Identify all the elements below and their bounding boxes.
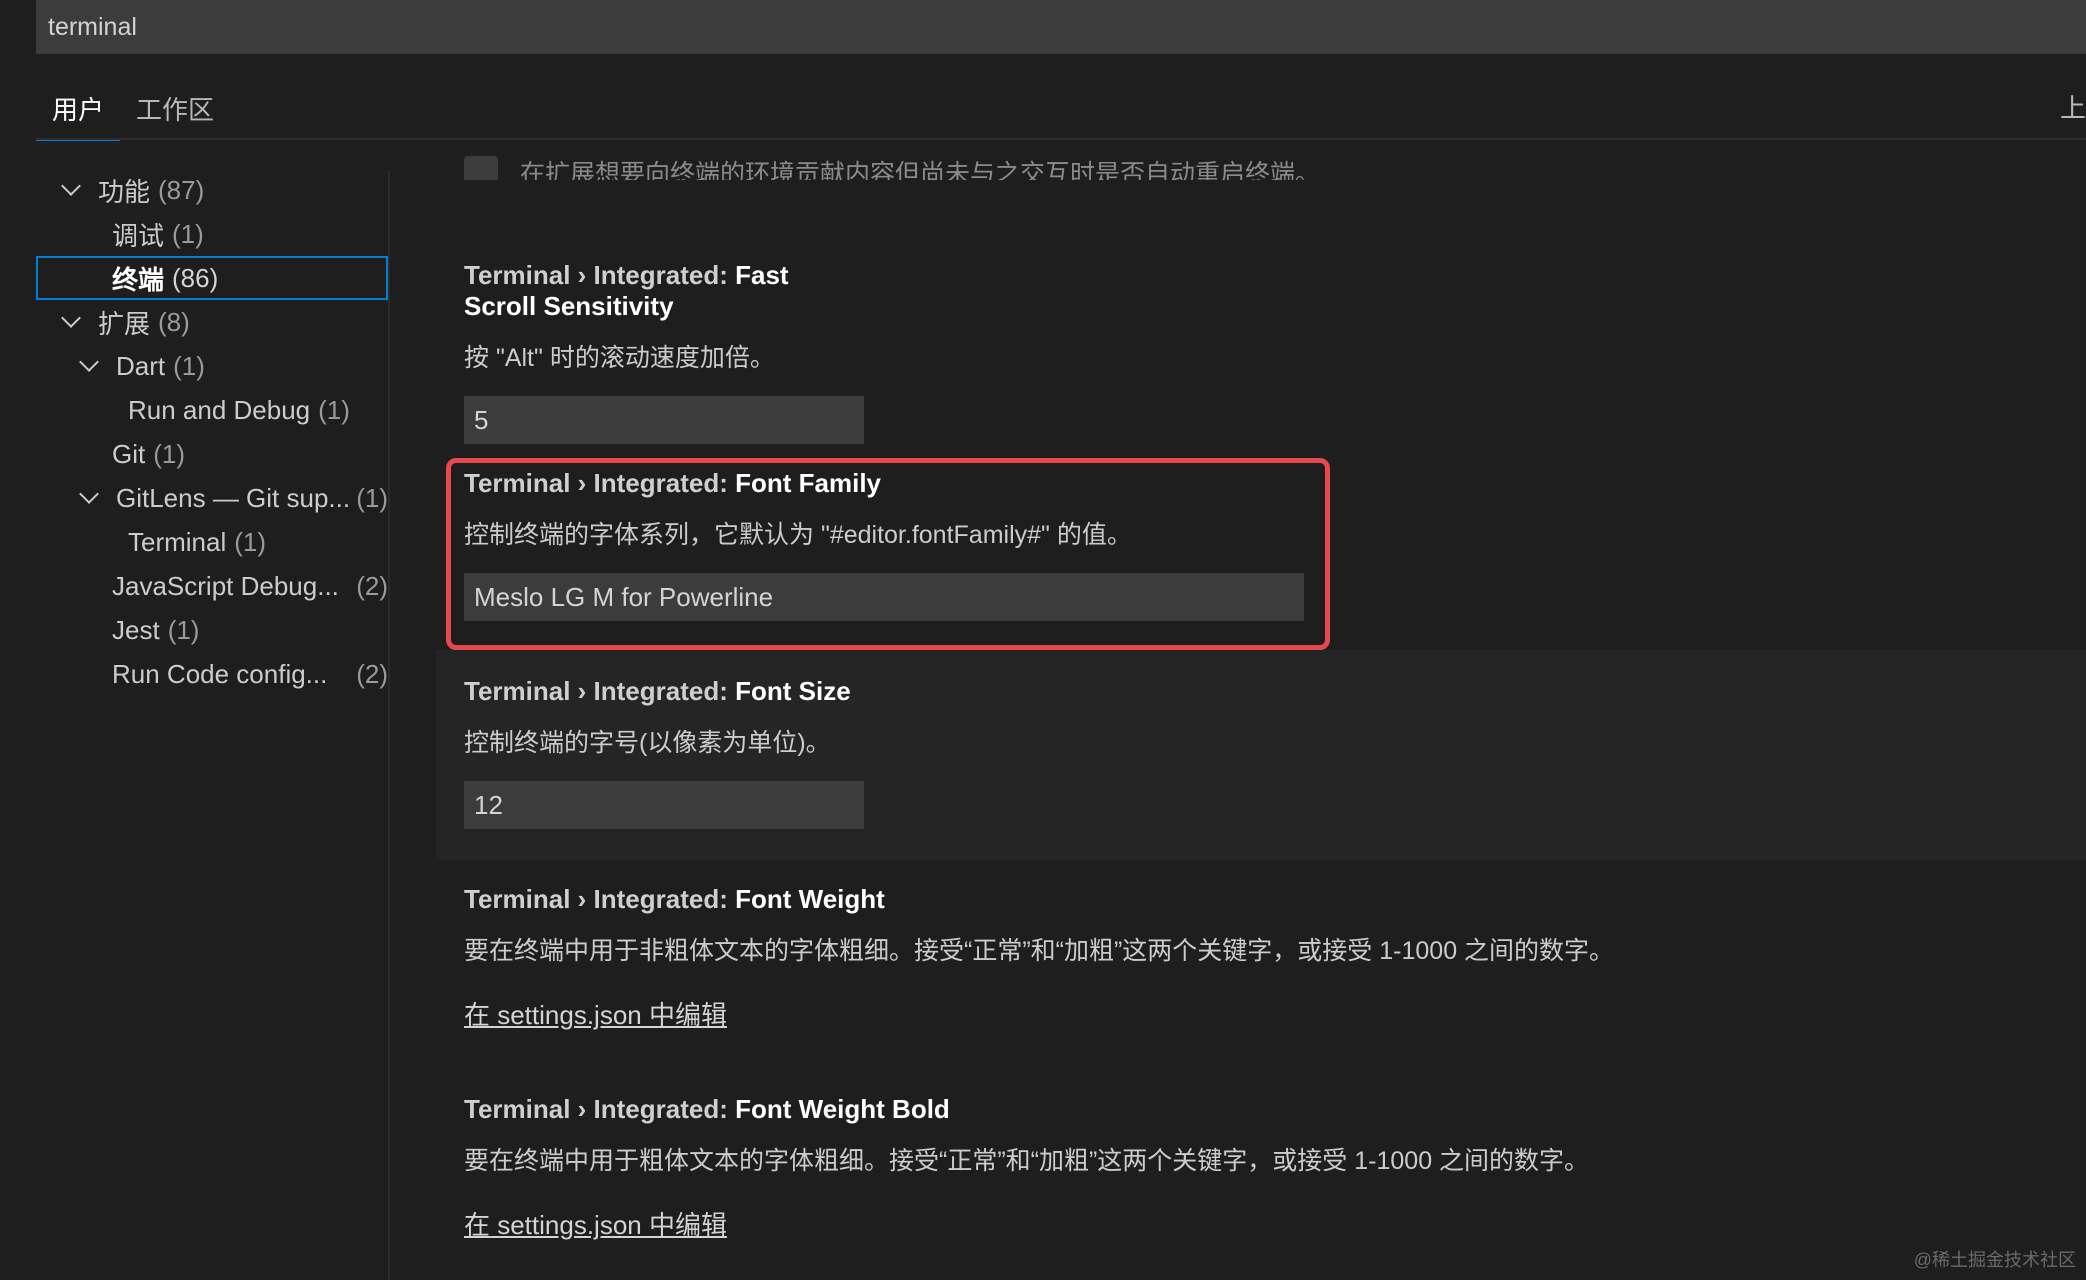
toc-item-count: (1)	[172, 218, 204, 249]
toc-item-count: (1)	[173, 350, 205, 381]
highlight-annotation-box	[446, 458, 1330, 650]
setting-title: Terminal › Integrated: Font Weight	[464, 884, 1964, 915]
setting-description: 按 "Alt" 时的滚动速度加倍。	[464, 344, 775, 372]
tab-right-partial[interactable]: 上	[2060, 88, 2086, 125]
partial-setting-description: 在扩展想要向终端的环境贡献内容但尚未与之交互时是否自动重启终端。	[520, 160, 1321, 180]
setting-name: Font Size	[735, 676, 851, 706]
setting-category: Terminal › Integrated:	[464, 884, 736, 914]
setting-title: Terminal › Integrated: Font Size	[464, 676, 864, 707]
toc-item-count: (1)	[153, 438, 186, 469]
edit-in-settings-json-link[interactable]: 在 settings.json 中编辑	[464, 1205, 1964, 1242]
watermark: @稀土掘金技术社区	[1913, 1250, 2076, 1270]
toc-item-count: (1)	[234, 526, 267, 557]
toc-item-label: JavaScript Debug...	[112, 570, 339, 601]
toc-item-label: Run Code config...	[112, 658, 328, 689]
toc-item-dart[interactable]: Dart (1)	[36, 344, 388, 388]
setting-category: Terminal › Integrated:	[464, 260, 736, 290]
edit-in-settings-json-link[interactable]: 在 settings.json 中编辑	[464, 995, 1964, 1032]
setting-font-size: Terminal › Integrated: Font Size 控制终端的字号…	[464, 676, 864, 829]
toc-item-terminal[interactable]: 终端 (86)	[36, 256, 388, 300]
toc-item-label: 功能	[98, 176, 151, 207]
toc-item-run-code-config[interactable]: Run Code config... (2)	[36, 652, 388, 696]
toc-item-count: (1)	[356, 482, 388, 513]
chevron-down-icon	[61, 176, 81, 196]
fast-scroll-sensitivity-input[interactable]: 5	[464, 396, 864, 444]
chevron-down-icon	[79, 484, 99, 504]
toc-item-label: 扩展	[98, 308, 151, 339]
setting-description: 要在终端中用于非粗体文本的字体粗细。接受“正常”和“加粗”这两个关键字，或接受 …	[464, 937, 1615, 965]
toc-item-count: (1)	[167, 614, 200, 645]
tab-user[interactable]: 用户	[36, 80, 121, 141]
toc-item-count: (2)	[356, 658, 388, 689]
toc-item-label: Terminal	[128, 526, 227, 557]
setting-checkbox[interactable]	[464, 156, 498, 180]
setting-title: Terminal › Integrated: Fast Scroll Sensi…	[464, 260, 864, 322]
toc-item-label: Dart	[116, 350, 166, 381]
toc-item-count: (8)	[158, 306, 190, 337]
search-input-value: terminal	[48, 12, 137, 41]
toc-item-count: (86)	[172, 262, 219, 293]
toc-item-label: GitLens — Git sup...	[116, 482, 351, 513]
partial-setting-row: 在扩展想要向终端的环境贡献内容但尚未与之交互时是否自动重启终端。	[464, 150, 1364, 180]
chevron-down-icon	[61, 308, 81, 328]
setting-name: Font Weight Bold	[735, 1094, 950, 1124]
settings-editor: terminal 用户 工作区 上 功能 (87) 调试 (1) 终端 (86)…	[0, 0, 2086, 1280]
setting-category: Terminal › Integrated:	[464, 1094, 736, 1124]
toc-item-git[interactable]: Git (1)	[36, 432, 388, 476]
setting-name: Font Weight	[735, 884, 885, 914]
toc-item-gitlens[interactable]: GitLens — Git sup... (1)	[36, 476, 388, 520]
font-size-input[interactable]: 12	[464, 781, 864, 829]
toc-item-debug[interactable]: 调试 (1)	[36, 212, 388, 256]
setting-title: Terminal › Integrated: Font Weight Bold	[464, 1094, 1964, 1125]
toc-item-count: (1)	[318, 394, 350, 425]
toc-item-features[interactable]: 功能 (87)	[36, 168, 388, 212]
setting-category: Terminal › Integrated:	[464, 676, 736, 706]
toc-item-label: 终端	[112, 264, 165, 295]
setting-description: 要在终端中用于粗体文本的字体粗细。接受“正常”和“加粗”这两个关键字，或接受 1…	[464, 1147, 1590, 1175]
scope-tabs: 用户 工作区	[36, 80, 230, 141]
toc-item-count: (2)	[356, 570, 388, 601]
tab-workspace[interactable]: 工作区	[120, 80, 230, 138]
settings-search-input[interactable]: terminal	[36, 0, 2086, 54]
setting-font-weight: Terminal › Integrated: Font Weight 要在终端中…	[464, 884, 1964, 1032]
toc-item-jest[interactable]: Jest (1)	[36, 608, 388, 652]
toc-item-label: Git	[112, 438, 146, 469]
sidebar-divider	[388, 170, 390, 1280]
setting-fast-scroll-sensitivity: Terminal › Integrated: Fast Scroll Sensi…	[464, 260, 864, 444]
toc-item-label: Run and Debug	[128, 394, 311, 425]
setting-description: 控制终端的字号(以像素为单位)。	[464, 729, 831, 757]
toc-item-count: (87)	[158, 174, 205, 205]
toc-item-label: 调试	[112, 220, 165, 251]
toc-item-javascript-debug[interactable]: JavaScript Debug... (2)	[36, 564, 388, 608]
setting-font-weight-bold: Terminal › Integrated: Font Weight Bold …	[464, 1094, 1964, 1242]
chevron-down-icon	[79, 352, 99, 372]
toc-item-run-and-debug[interactable]: Run and Debug (1)	[36, 388, 388, 432]
toc-item-gitlens-terminal[interactable]: Terminal (1)	[36, 520, 388, 564]
toc-item-label: Jest	[112, 614, 160, 645]
toc-item-extensions[interactable]: 扩展 (8)	[36, 300, 388, 344]
tabs-divider	[36, 138, 2086, 140]
